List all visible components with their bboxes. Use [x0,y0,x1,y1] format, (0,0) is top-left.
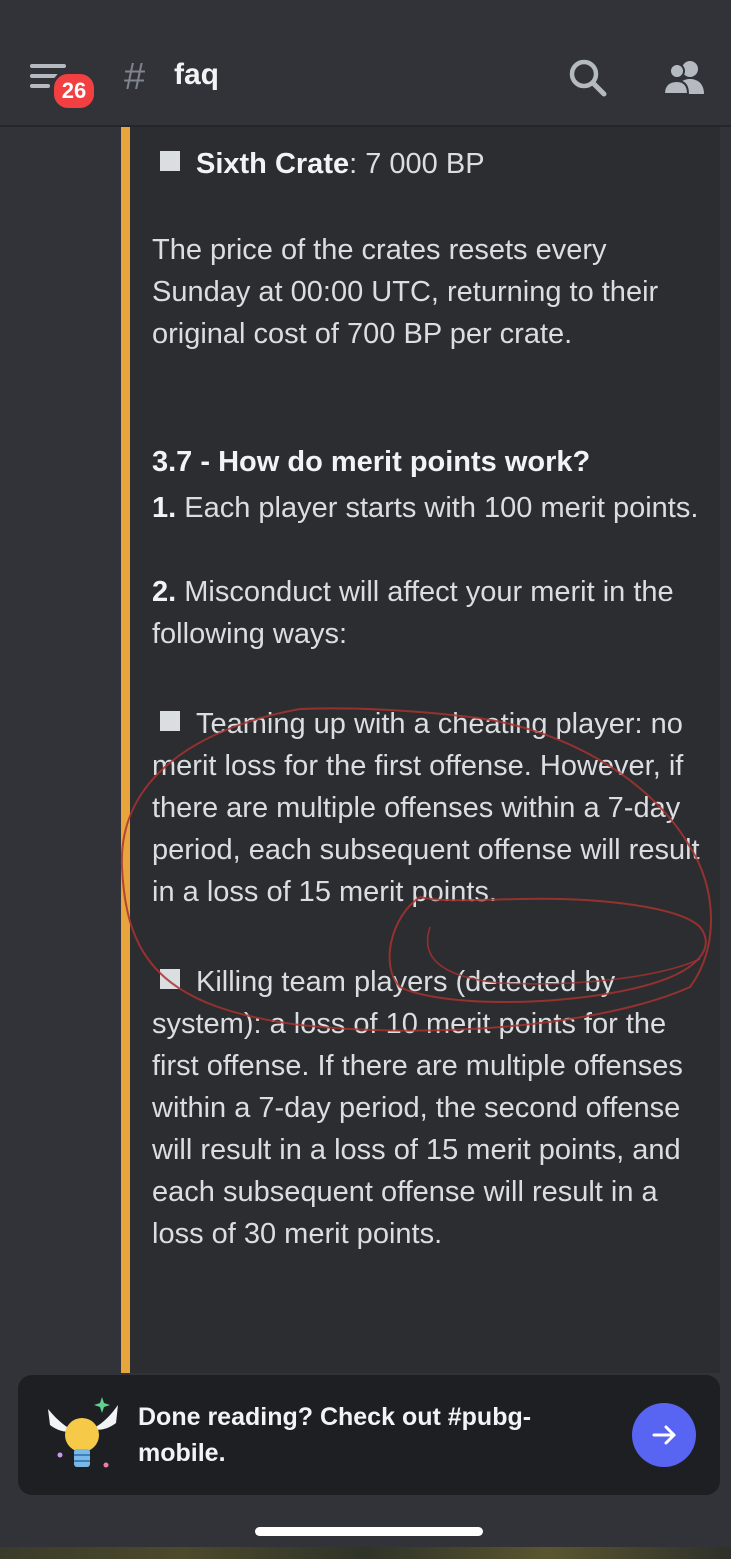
message-content[interactable]: Sixth Crate: 7 000 BP The price of the c… [0,127,731,1373]
background-strip [0,1547,731,1559]
bullet-square-icon [160,711,180,731]
members-icon[interactable] [660,56,704,100]
point-2: 2. Misconduct will affect your merit in … [152,576,674,650]
reset-paragraph: The price of the crates resets every Sun… [152,234,659,350]
go-to-channel-button[interactable] [632,1403,696,1467]
channel-header: 26 # faq [0,0,731,127]
search-icon[interactable] [566,56,610,100]
unread-badge: 26 [51,71,97,111]
embed-body: Sixth Crate: 7 000 BP The price of the c… [152,127,712,1255]
bullet-square-icon [160,151,180,171]
sixth-crate-line: Sixth Crate: 7 000 BP [152,143,712,185]
home-indicator[interactable] [255,1527,483,1536]
channel-list-button[interactable]: 26 [30,62,97,111]
arrow-right-icon [652,1425,676,1445]
faq-embed: Sixth Crate: 7 000 BP The price of the c… [121,127,720,1373]
winged-lightbulb-icon [40,1391,126,1481]
section-heading: 3.7 - How do merit points work? [152,446,591,478]
next-channel-card[interactable]: Done reading? Check out #pubg-mobile. [18,1375,720,1495]
hash-icon: # [124,56,146,98]
bullet-square-icon [160,969,180,989]
next-channel-text: Done reading? Check out #pubg-mobile. [138,1403,532,1467]
point-1: 1. Each player starts with 100 merit poi… [152,492,699,524]
menu-icon [30,64,66,68]
bullet-teaming: Teaming up with a cheating player: no me… [152,708,700,908]
bullet-killing: Killing team players (detected by system… [152,966,683,1250]
channel-title: faq [174,58,219,91]
